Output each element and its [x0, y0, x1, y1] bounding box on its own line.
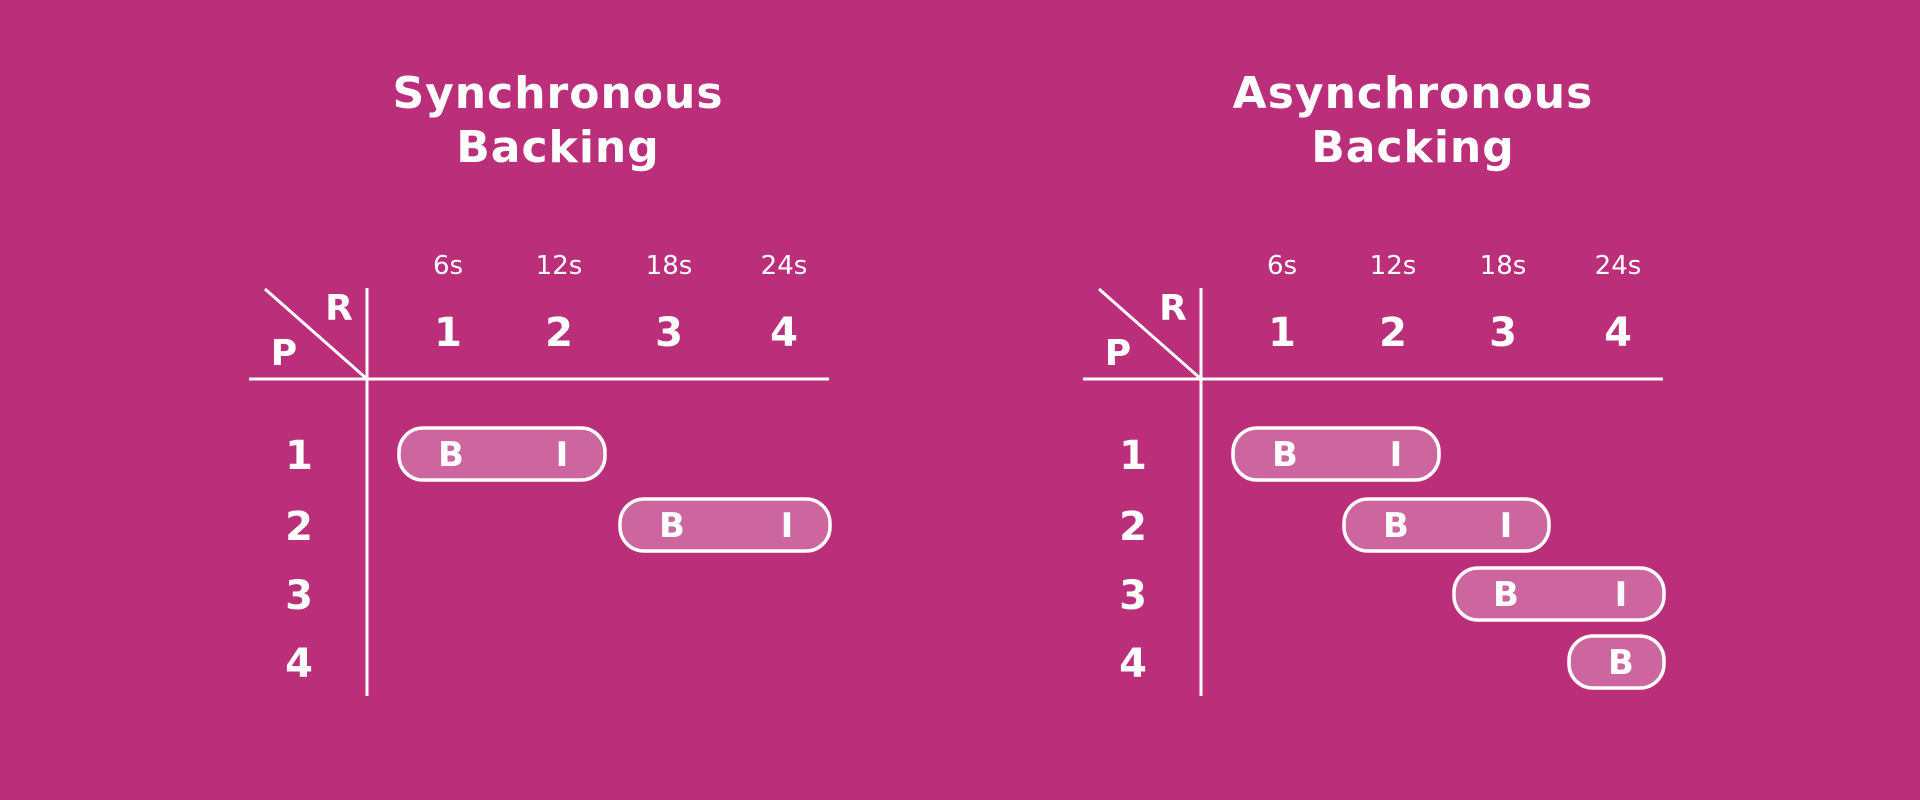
time-tick-label: 12s: [536, 251, 583, 281]
panel-title-line: Synchronous: [392, 68, 723, 119]
bar-segment-label: I: [781, 506, 794, 546]
time-tick-label: 6s: [1267, 251, 1297, 281]
panel-title-line: Backing: [456, 122, 659, 173]
panel-title-line: Asynchronous: [1233, 68, 1594, 119]
bar-pill: [618, 497, 832, 553]
time-tick-label: 24s: [761, 251, 808, 281]
column-label: 4: [770, 310, 798, 356]
row-label: 2: [285, 504, 313, 550]
bar: BI: [397, 426, 607, 482]
bar-segment-label: I: [1500, 506, 1513, 546]
column-label: 2: [1379, 310, 1407, 356]
row-label: 4: [1119, 641, 1147, 687]
bar: BI: [1452, 566, 1666, 622]
backing-diagram: SynchronousBacking6s 12s 18s 24s1 2 3 41234RPB…: [0, 0, 1920, 800]
bar: BI: [1231, 426, 1441, 482]
time-tick-label: 12s: [1370, 251, 1417, 281]
bar-segment-label: I: [1615, 575, 1628, 615]
time-tick-label: 24s: [1595, 251, 1642, 281]
column-label: 1: [434, 310, 462, 356]
bar-pill: [1342, 497, 1551, 553]
row-label: 1: [1119, 433, 1147, 479]
bar-segment-label: I: [1390, 435, 1403, 475]
column-label: 3: [655, 310, 683, 356]
row-axis-label: P: [1105, 333, 1131, 374]
time-tick-label: 18s: [646, 251, 693, 281]
column-axis-label: R: [325, 288, 353, 329]
bar-segment-label: B: [1493, 575, 1519, 615]
row-label: 3: [1119, 573, 1147, 619]
column-axis-label: R: [1159, 288, 1187, 329]
bar-segment-label: I: [556, 435, 569, 475]
bar: B: [1567, 634, 1666, 690]
column-label: 3: [1489, 310, 1517, 356]
bar-segment-label: B: [659, 506, 685, 546]
bar-pill: [397, 426, 607, 482]
bar-segment-label: B: [1608, 643, 1634, 683]
time-tick-label: 6s: [433, 251, 463, 281]
row-axis-label: P: [271, 333, 297, 374]
column-label: 1: [1268, 310, 1296, 356]
row-label: 4: [285, 641, 313, 687]
bar-segment-label: B: [438, 435, 464, 475]
row-label: 1: [285, 433, 313, 479]
row-label: 3: [285, 573, 313, 619]
bar-segment-label: B: [1383, 506, 1409, 546]
bar: BI: [618, 497, 832, 553]
bar-pill: [1231, 426, 1441, 482]
bar: BI: [1342, 497, 1551, 553]
time-tick-label: 18s: [1480, 251, 1527, 281]
bar-pill: [1452, 566, 1666, 622]
bar-segment-label: B: [1272, 435, 1298, 475]
panel-title-line: Backing: [1311, 122, 1514, 173]
column-label: 4: [1604, 310, 1632, 356]
column-label: 2: [545, 310, 573, 356]
row-label: 2: [1119, 504, 1147, 550]
